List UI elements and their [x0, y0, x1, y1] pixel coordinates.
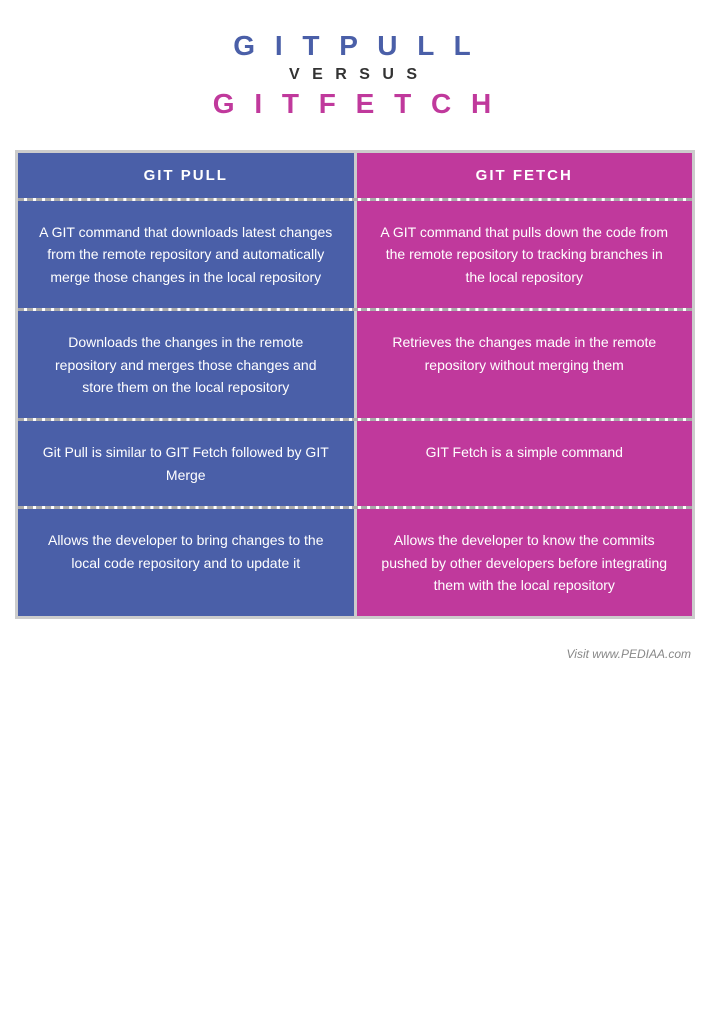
table-row-1: A GIT command that downloads latest chan…	[18, 201, 692, 308]
footer-text: Visit www.PEDIAA.com	[567, 647, 691, 661]
table-row-4: Allows the developer to bring changes to…	[18, 509, 692, 616]
page-header: G I T P U L L V E R S U S G I T F E T C …	[0, 0, 710, 130]
fetch-row-2: Retrieves the changes made in the remote…	[357, 311, 693, 418]
footer: Visit www.PEDIAA.com	[15, 639, 695, 669]
title-versus: V E R S U S	[20, 66, 690, 84]
fetch-row-3: GIT Fetch is a simple command	[357, 421, 693, 506]
table-row-3: Git Pull is similar to GIT Fetch followe…	[18, 421, 692, 506]
pull-row-2: Downloads the changes in the remote repo…	[18, 311, 357, 418]
table-row-2: Downloads the changes in the remote repo…	[18, 311, 692, 418]
fetch-row-1: A GIT command that pulls down the code f…	[357, 201, 693, 308]
comparison-table: GIT PULL GIT FETCH A GIT command that do…	[15, 150, 695, 619]
fetch-row-4: Allows the developer to know the commits…	[357, 509, 693, 616]
title-git-pull: G I T P U L L	[20, 30, 690, 62]
table-header-row: GIT PULL GIT FETCH	[18, 153, 692, 198]
pull-row-3: Git Pull is similar to GIT Fetch followe…	[18, 421, 357, 506]
col-pull-header: GIT PULL	[18, 153, 357, 198]
pull-row-4: Allows the developer to bring changes to…	[18, 509, 357, 616]
title-git-fetch: G I T F E T C H	[20, 88, 690, 120]
col-fetch-header: GIT FETCH	[357, 153, 693, 198]
pull-row-1: A GIT command that downloads latest chan…	[18, 201, 357, 308]
